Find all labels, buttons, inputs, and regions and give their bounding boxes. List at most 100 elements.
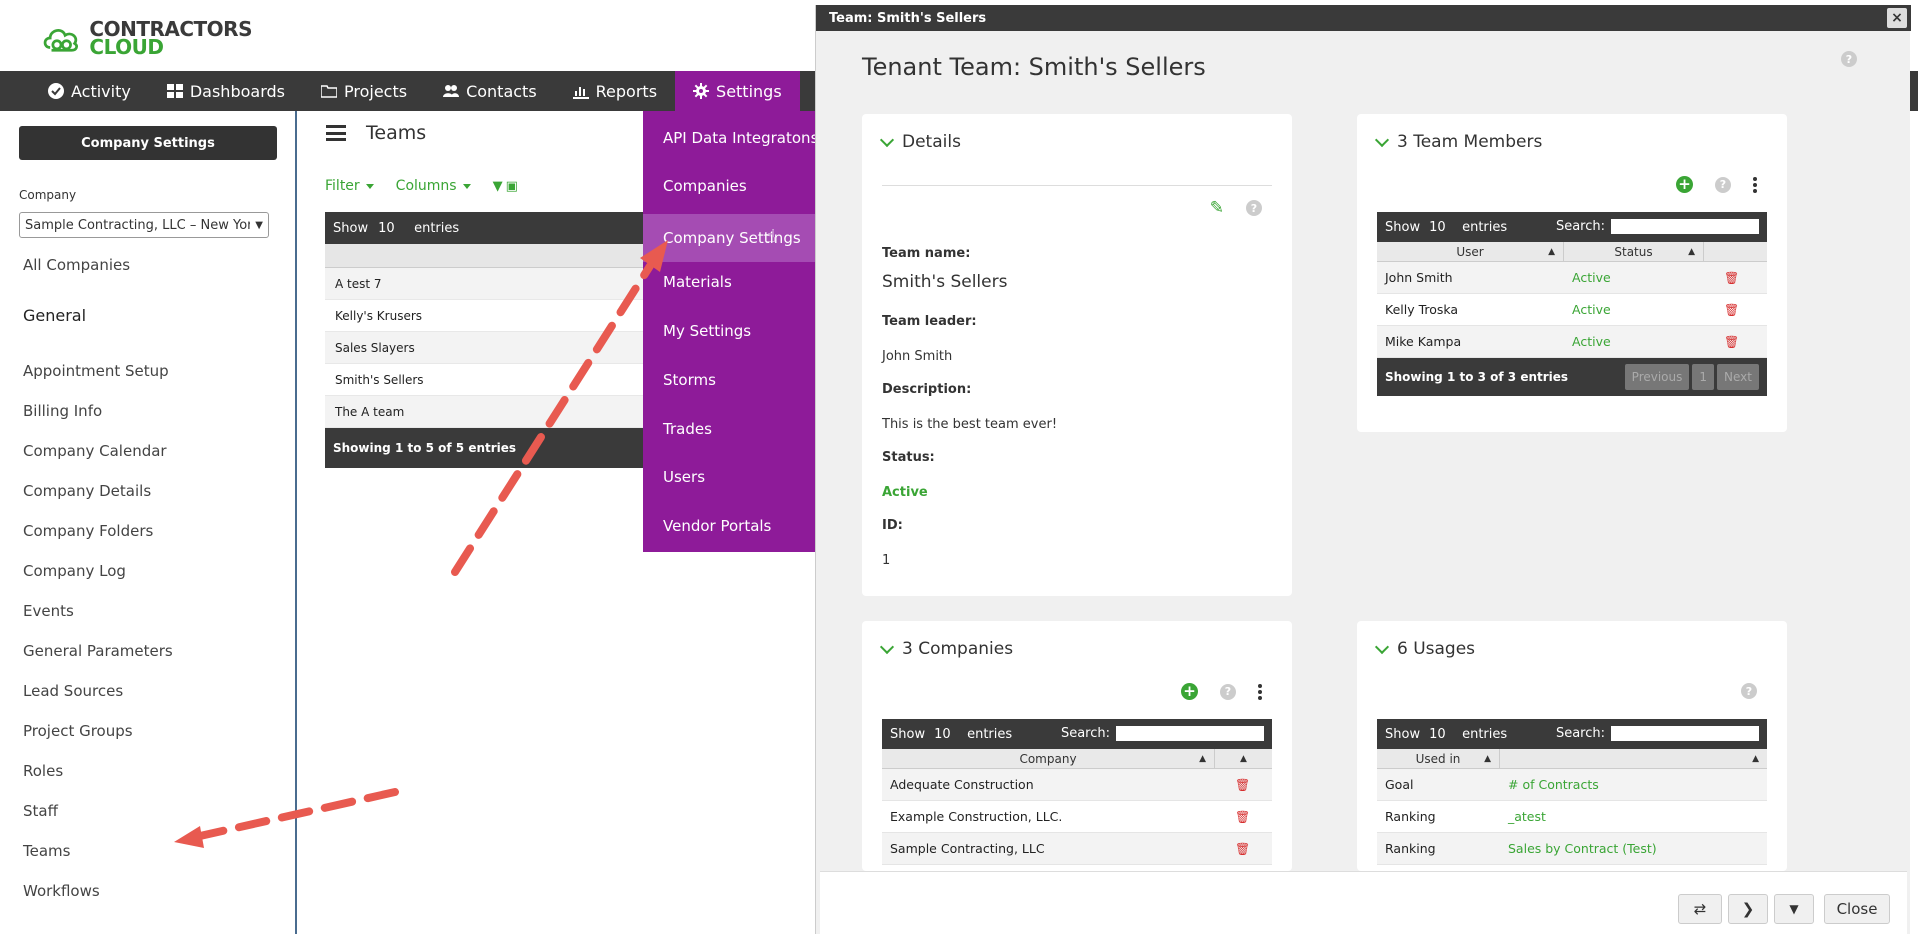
sidebar-link-company-calendar[interactable]: Company Calendar [23, 442, 167, 460]
table-row[interactable]: Sample Contracting, LLC 🗑 [882, 833, 1272, 865]
next-button[interactable]: ❯ [1728, 894, 1768, 924]
table-row[interactable]: Adequate Construction 🗑 [882, 769, 1272, 801]
column-header-user[interactable]: User ▲ [1377, 242, 1564, 261]
sidebar-link-roles[interactable]: Roles [23, 762, 63, 780]
teams-table-footer: Showing 1 to 5 of 5 entries [325, 428, 643, 468]
menu-item-company-settings[interactable]: Company Settings [643, 214, 833, 262]
table-row[interactable]: Ranking _atest [1377, 801, 1767, 833]
companies-toggle[interactable]: 3 Companies [879, 639, 1013, 659]
sidebar-link-general-parameters[interactable]: General Parameters [23, 642, 173, 660]
nav-settings[interactable]: Settings [675, 71, 800, 111]
filter-dropdown[interactable]: Filter [325, 178, 374, 194]
companies-card: 3 Companies + ? Show 10 entries Search: … [862, 621, 1292, 871]
swap-arrows-button[interactable]: ⇄ [1678, 894, 1722, 924]
menu-item-materials[interactable]: Materials [643, 262, 833, 302]
pagination-next[interactable]: Next [1717, 364, 1759, 390]
table-row[interactable]: Kelly Troska Active 🗑 [1377, 294, 1767, 326]
table-row[interactable]: A test 7 [325, 268, 643, 300]
search-input[interactable] [1116, 726, 1264, 741]
contractors-cloud-logo[interactable]: CONTRACTORS CLOUD [42, 16, 252, 60]
details-toggle[interactable]: Details [879, 132, 961, 152]
table-row[interactable]: John Smith Active 🗑 [1377, 262, 1767, 294]
hamburger-menu-icon[interactable] [326, 125, 346, 141]
close-icon[interactable]: × [1887, 8, 1907, 28]
left-sidebar: Company Settings Company Sample Contract… [0, 111, 297, 934]
sidebar-link-project-groups[interactable]: Project Groups [23, 722, 133, 740]
trash-icon[interactable]: 🗑 [1724, 271, 1739, 285]
search-input[interactable] [1611, 219, 1759, 234]
sidebar-link-all-companies[interactable]: All Companies [23, 256, 130, 274]
menu-item-api-data-integrations[interactable]: API Data Integratons [643, 118, 833, 158]
nav-activity[interactable]: Activity [30, 71, 149, 111]
close-button[interactable]: Close [1824, 894, 1890, 924]
table-row[interactable]: Mike Kampa Active 🗑 [1377, 326, 1767, 358]
nav-dashboards[interactable]: Dashboards [149, 71, 303, 111]
help-icon[interactable]: ? [1741, 683, 1757, 699]
columns-dropdown[interactable]: Columns [396, 178, 471, 194]
more-options-icon[interactable] [1258, 683, 1262, 700]
trash-icon[interactable]: 🗑 [1235, 842, 1250, 856]
usages-toggle[interactable]: 6 Usages [1374, 639, 1475, 659]
table-row[interactable]: Kelly's Krusers [325, 300, 643, 332]
pagination-previous[interactable]: Previous [1624, 364, 1690, 390]
help-icon[interactable]: ? [1246, 200, 1262, 216]
sidebar-link-appointment-setup[interactable]: Appointment Setup [23, 362, 169, 380]
menu-item-my-settings[interactable]: My Settings [643, 311, 833, 351]
help-icon[interactable]: ? [1715, 176, 1731, 193]
table-row[interactable]: The A team [325, 396, 643, 428]
team-members-footer: Showing 1 to 3 of 3 entries Previous 1 N… [1377, 358, 1767, 396]
menu-item-companies[interactable]: Companies [643, 166, 833, 206]
help-icon[interactable]: ? [1841, 51, 1857, 67]
menu-item-users[interactable]: Users [643, 457, 833, 497]
team-members-toggle[interactable]: 3 Team Members [1374, 132, 1542, 152]
pagination-page[interactable]: 1 [1692, 364, 1715, 390]
column-header-actions[interactable]: ▲ [1215, 749, 1272, 768]
sidebar-link-company-log[interactable]: Company Log [23, 562, 126, 580]
page-size-select[interactable]: 10 [1425, 727, 1457, 742]
column-header-status[interactable]: Status ▲ [1564, 242, 1704, 261]
save-filter-icon[interactable]: ▣ [506, 179, 518, 194]
sidebar-link-company-details[interactable]: Company Details [23, 482, 151, 500]
column-header-used-in[interactable]: Used in ▲ [1377, 749, 1500, 768]
column-header-name[interactable]: ▲ [1500, 749, 1767, 768]
nav-projects[interactable]: Projects [303, 71, 425, 111]
nav-reports[interactable]: Reports [555, 71, 675, 111]
add-member-icon[interactable]: + [1676, 176, 1693, 193]
search-label: Search: [1555, 726, 1605, 741]
collapse-button[interactable]: ▼ [1774, 894, 1814, 924]
table-row[interactable]: Smith's Sellers [325, 364, 643, 396]
company-settings-button[interactable]: Company Settings [19, 126, 277, 160]
more-options-icon[interactable] [1753, 176, 1757, 193]
menu-item-storms[interactable]: Storms [643, 360, 833, 400]
add-company-icon[interactable]: + [1181, 683, 1198, 700]
column-header-company[interactable]: Company ▲ [882, 749, 1215, 768]
menu-item-vendor-portals[interactable]: Vendor Portals [643, 506, 833, 546]
trash-icon[interactable]: 🗑 [1235, 778, 1250, 792]
sidebar-link-workflows[interactable]: Workflows [23, 882, 100, 900]
page-size-select[interactable]: 10 [930, 727, 962, 742]
trash-icon[interactable]: 🗑 [1724, 303, 1739, 317]
sidebar-link-events[interactable]: Events [23, 602, 74, 620]
teams-table: Show 10 entries A test 7 Kelly's Krusers… [325, 212, 643, 468]
sidebar-link-staff[interactable]: Staff [23, 802, 58, 820]
nav-contacts[interactable]: Contacts [425, 71, 555, 111]
sidebar-link-billing-info[interactable]: Billing Info [23, 402, 102, 420]
table-row[interactable]: Example Construction, LLC. 🗑 [882, 801, 1272, 833]
search-input[interactable] [1611, 726, 1759, 741]
sidebar-link-teams[interactable]: Teams [23, 842, 70, 860]
table-row[interactable]: Ranking Sales by Contract (Test) [1377, 833, 1767, 865]
trash-icon[interactable]: 🗑 [1724, 335, 1739, 349]
page-size-select[interactable]: 10 [1425, 220, 1457, 235]
menu-item-trades[interactable]: Trades [643, 409, 833, 449]
trash-icon[interactable]: 🗑 [1235, 810, 1250, 824]
edit-pencil-icon[interactable]: ✎ [1210, 198, 1224, 218]
table-row[interactable]: Sales Slayers [325, 332, 643, 364]
help-icon[interactable]: ? [1220, 683, 1236, 700]
page-size-select[interactable]: 10 [374, 221, 408, 236]
company-select[interactable]: Sample Contracting, LLC – New York ▼ [19, 212, 269, 238]
teams-sort-row[interactable] [325, 244, 643, 268]
sidebar-link-lead-sources[interactable]: Lead Sources [23, 682, 123, 700]
sidebar-link-company-folders[interactable]: Company Folders [23, 522, 153, 540]
funnel-icon[interactable]: ▼ [493, 179, 503, 194]
table-row[interactable]: Goal # of Contracts [1377, 769, 1767, 801]
